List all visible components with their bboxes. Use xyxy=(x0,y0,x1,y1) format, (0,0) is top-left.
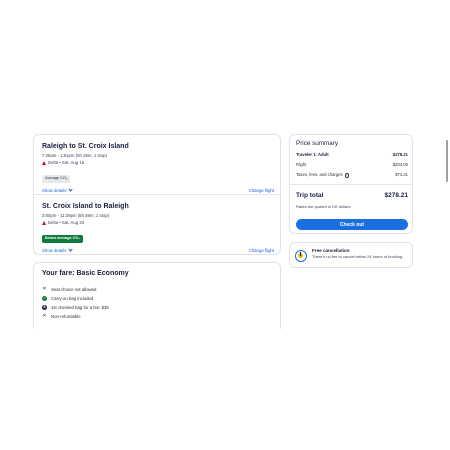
free-cancellation-card: Free cancellation There's no fee to canc… xyxy=(289,242,413,268)
show-details-label: Show details xyxy=(42,248,67,253)
change-flight-link[interactable]: Change flight xyxy=(249,188,274,193)
show-details-link[interactable]: Show details xyxy=(42,247,73,253)
clock-icon xyxy=(295,250,307,262)
traveler-value: $278.21 xyxy=(392,152,408,157)
taxes-row: Taxes, fees, and charges i $74.21 xyxy=(296,172,408,178)
flight-route: Raleigh to St. Croix Island xyxy=(42,143,129,150)
fare-feature: ✓ Carry-on bag included xyxy=(42,294,109,303)
airline-date: Delta • Sat, Aug 23 xyxy=(48,220,85,225)
co2-badge: Below average CO₂ xyxy=(42,234,84,243)
traveler-row: Traveler 1: Adult $278.21 xyxy=(296,152,408,157)
show-details-label: Show details xyxy=(42,188,67,193)
show-details-link[interactable]: Show details xyxy=(42,187,73,193)
x-icon: ✕ xyxy=(42,286,47,292)
fare-feature-text: Seat choice not allowed xyxy=(51,287,97,292)
check-out-button[interactable]: Check out xyxy=(296,219,408,230)
flight-price-row: Flight $204.00 xyxy=(296,162,408,167)
return-flight: St. Croix Island to Raleigh 3:00pm - 11:… xyxy=(42,202,274,256)
price-summary-card: Price summary Traveler 1: Adult $278.21 … xyxy=(289,134,413,234)
change-flight-link[interactable]: Change flight xyxy=(249,248,274,253)
fare-feature: ✕ Seat choice not allowed xyxy=(42,285,109,294)
taxes-value: $74.21 xyxy=(395,172,408,177)
scrollbar[interactable] xyxy=(446,140,448,182)
rates-note: Rates are quoted in US dollars xyxy=(296,204,351,209)
airline-row: Delta • Sat, Aug 23 xyxy=(42,220,274,226)
taxes-label: Taxes, fees, and charges xyxy=(296,172,343,177)
flight-times: 3:00pm - 11:39pm (8h 59m, 1 stop) xyxy=(42,213,110,218)
flight-price-label: Flight xyxy=(296,162,307,167)
fare-feature-text: Non-refundable xyxy=(51,314,81,319)
flight-actions: Show details Change flight xyxy=(42,247,274,256)
fare-feature: ✕ Non-refundable xyxy=(42,312,109,321)
fare-feature: $ 1st checked bag for a fee: $35 xyxy=(42,303,109,312)
flight-route: St. Croix Island to Raleigh xyxy=(42,203,129,210)
dollar-circle-icon: $ xyxy=(42,305,47,310)
info-icon[interactable]: i xyxy=(344,173,350,178)
cancellation-text: There's no fee to cancel within 24 hours… xyxy=(312,254,404,259)
check-circle-icon: ✓ xyxy=(42,296,47,301)
page-viewport: Raleigh to St. Croix Island 7:25am - 1:5… xyxy=(0,0,450,450)
cancellation-title: Free cancellation xyxy=(312,248,350,253)
airline-row: Delta • Sat, Aug 16 xyxy=(42,160,274,166)
divider xyxy=(290,184,412,185)
trip-total-label: Trip total xyxy=(296,192,324,199)
trip-total-value: $278.21 xyxy=(384,192,409,199)
fare-feature-text: 1st checked bag for a fee: $35 xyxy=(51,305,109,310)
fare-card: Your fare: Basic Economy ✕ Seat choice n… xyxy=(33,262,281,329)
fare-title: Your fare: Basic Economy xyxy=(42,270,129,277)
delta-logo-icon xyxy=(42,221,46,225)
fare-feature-text: Carry-on bag included xyxy=(51,296,94,301)
chevron-down-icon xyxy=(68,247,73,252)
airline-date: Delta • Sat, Aug 16 xyxy=(48,160,85,165)
trip-total-row: Trip total $278.21 xyxy=(296,192,408,199)
outbound-flight: Raleigh to St. Croix Island 7:25am - 1:5… xyxy=(42,142,274,196)
chevron-down-icon xyxy=(68,187,73,192)
flight-times: 7:25am - 1:51pm (5h 26m, 1 stop) xyxy=(42,153,107,158)
price-summary-title: Price summary xyxy=(296,140,338,147)
fare-features: ✕ Seat choice not allowed ✓ Carry-on bag… xyxy=(42,285,109,321)
flight-price-value: $204.00 xyxy=(392,162,408,167)
co2-badge: Average CO₂ xyxy=(42,174,71,183)
flights-card: Raleigh to St. Croix Island 7:25am - 1:5… xyxy=(33,134,281,255)
delta-logo-icon xyxy=(42,161,46,165)
x-icon: ✕ xyxy=(42,313,47,319)
traveler-label: Traveler 1: Adult xyxy=(296,152,329,157)
divider xyxy=(34,194,280,195)
trip-review-content: Raleigh to St. Croix Island 7:25am - 1:5… xyxy=(33,134,413,329)
taxes-label-group: Taxes, fees, and charges i xyxy=(296,172,350,178)
